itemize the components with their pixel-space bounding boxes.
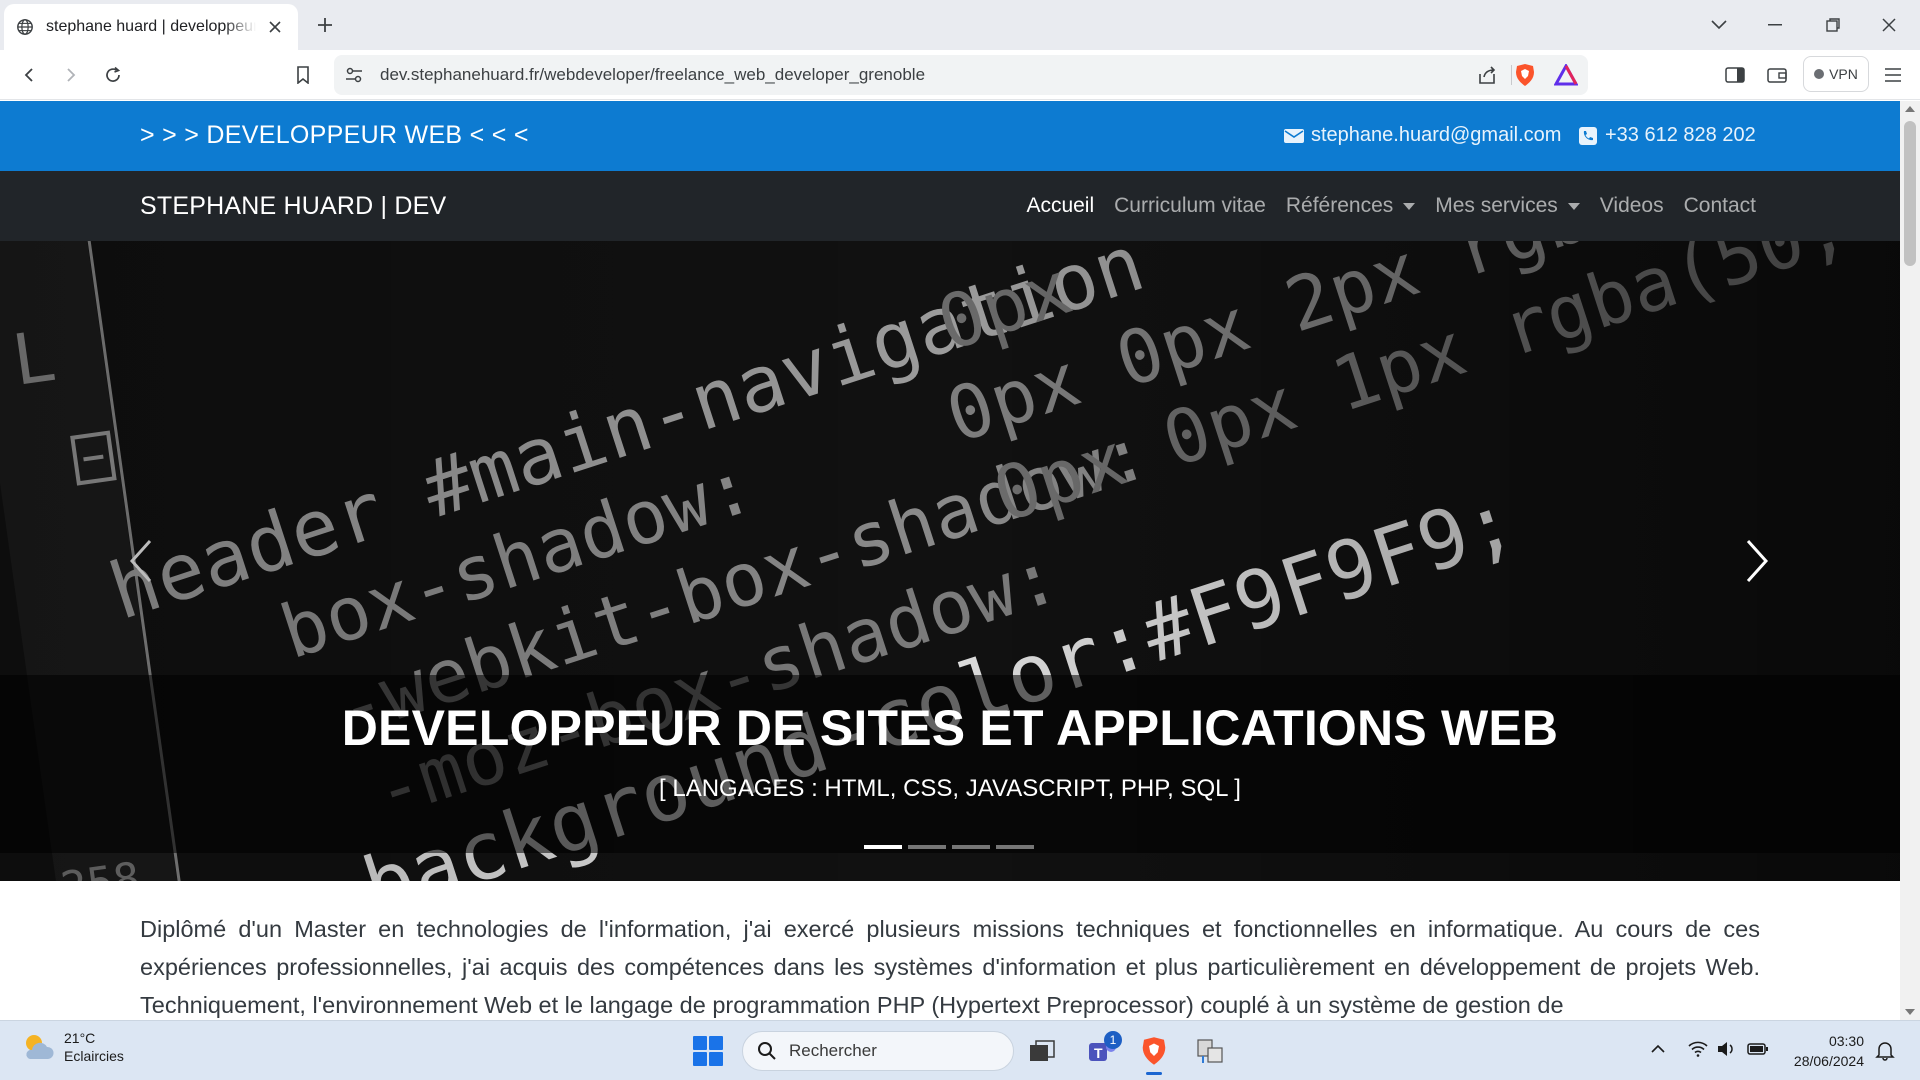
tab-title: stephane huard | developpeur web <box>46 18 256 35</box>
volume-icon[interactable] <box>1714 1037 1738 1061</box>
nav-item-services[interactable]: Mes services <box>1435 194 1580 218</box>
browser-tab[interactable]: stephane huard | developpeur web <box>4 4 298 50</box>
clock-time: 03:30 <box>1828 1033 1864 1049</box>
clock-date: 28/06/2024 <box>1793 1053 1864 1069</box>
web-page: > > > DEVELOPPEUR WEB < < < stephane.hua… <box>0 101 1900 1020</box>
tray-expand-icon[interactable] <box>1646 1037 1670 1061</box>
brave-rewards-icon[interactable] <box>1554 64 1578 86</box>
carousel-title: DEVELOPPEUR DE SITES ET APPLICATIONS WEB <box>341 700 1559 756</box>
battery-icon[interactable] <box>1746 1037 1770 1061</box>
site-settings-icon[interactable] <box>344 65 364 85</box>
close-tab-icon[interactable] <box>264 16 286 38</box>
intro-paragraph: Diplômé d'un Master en technologies de l… <box>140 916 1760 1018</box>
scroll-up-icon[interactable] <box>1905 106 1915 112</box>
teams-icon[interactable]: T 1 <box>1082 1031 1122 1071</box>
nav-item-videos[interactable]: Videos <box>1600 194 1664 218</box>
carousel-indicator[interactable] <box>908 845 946 849</box>
scrollbar-thumb[interactable] <box>1904 121 1916 266</box>
search-placeholder: Rechercher <box>789 1041 877 1060</box>
url-text[interactable]: dev.stephanehuard.fr/webdeveloper/freela… <box>380 65 925 85</box>
caret-down-icon <box>1403 202 1416 210</box>
scroll-down-icon[interactable] <box>1905 1009 1915 1015</box>
carousel-prev-icon[interactable] <box>122 531 162 591</box>
topbar-title: > > > DEVELOPPEUR WEB < < < <box>140 121 529 149</box>
brave-shields-icon[interactable] <box>1514 63 1536 87</box>
minimize-icon[interactable] <box>1748 0 1802 50</box>
envelope-icon <box>1284 128 1304 143</box>
divider <box>1511 65 1512 85</box>
phone-icon <box>1579 126 1597 145</box>
carousel-next-icon[interactable] <box>1736 531 1776 591</box>
nav-item-contact[interactable]: Contact <box>1684 194 1756 218</box>
share-icon[interactable] <box>1476 64 1498 86</box>
tab-search-icon[interactable] <box>1692 0 1746 50</box>
nav-item-references-label: Références <box>1285 194 1394 217</box>
nav-item-services-label: Mes services <box>1435 194 1558 217</box>
weather-desc: Eclaircies <box>64 1048 124 1064</box>
network-app-icon[interactable] <box>1190 1031 1230 1071</box>
carousel-indicator[interactable] <box>864 845 902 849</box>
carousel-indicator[interactable] <box>996 845 1034 849</box>
browser-tab-bar: stephane huard | developpeur web <box>0 0 1920 50</box>
nav-item-home[interactable]: Accueil <box>1026 194 1094 218</box>
active-app-indicator <box>1146 1072 1162 1075</box>
vpn-status-icon <box>1814 69 1825 79</box>
system-clock[interactable]: 03:30 28/06/2024 <box>1780 1031 1864 1071</box>
site-brand[interactable]: STEPHANE HUARD | DEV <box>140 192 446 221</box>
windows-start-icon[interactable] <box>692 1035 724 1067</box>
main-navbar: STEPHANE HUARD | DEV Accueil Curriculum … <box>0 171 1900 241</box>
phone-text: +33 612 828 202 <box>1605 124 1756 146</box>
globe-icon <box>17 19 33 35</box>
task-view-icon[interactable] <box>1022 1031 1062 1071</box>
carousel-indicators <box>864 845 1034 849</box>
bookmark-icon[interactable] <box>290 62 316 88</box>
new-tab-icon[interactable] <box>312 12 338 38</box>
carousel-caption: DEVELOPPEUR DE SITES ET APPLICATIONS WEB… <box>0 675 1900 853</box>
nav-item-references[interactable]: Références <box>1285 194 1416 218</box>
forward-icon[interactable] <box>58 62 84 88</box>
brave-browser-icon[interactable] <box>1134 1031 1174 1075</box>
phone-link[interactable]: +33 612 828 202 <box>1578 124 1756 147</box>
weather-temp: 21°C <box>64 1030 96 1046</box>
back-icon[interactable] <box>16 62 42 88</box>
page-scrollbar[interactable] <box>1900 101 1920 1020</box>
partly-cloudy-icon <box>26 1035 54 1059</box>
svg-text:T: T <box>1094 1045 1103 1061</box>
nav-item-cv[interactable]: Curriculum vitae <box>1114 194 1266 218</box>
teams-notification-badge: 1 <box>1104 1031 1122 1049</box>
email-link[interactable]: stephane.huard@gmail.com <box>1284 124 1561 147</box>
sidebar-icon[interactable] <box>1722 62 1748 88</box>
nav-menu: Accueil Curriculum vitae Références Mes … <box>1006 194 1756 218</box>
weather-widget[interactable]: 21°C Eclaircies <box>20 1029 124 1065</box>
email-text: stephane.huard@gmail.com <box>1311 124 1562 146</box>
contact-topbar: > > > DEVELOPPEUR WEB < < < stephane.hua… <box>0 101 1900 171</box>
hero-carousel: 258 L header #main-navigation box-shadow… <box>0 241 1900 881</box>
wallet-icon[interactable] <box>1764 62 1790 88</box>
windows-taskbar: 21°C Eclaircies Rechercher T 1 03:30 28/… <box>0 1020 1920 1080</box>
address-bar[interactable]: dev.stephanehuard.fr/webdeveloper/freela… <box>334 55 1588 95</box>
carousel-indicator[interactable] <box>952 845 990 849</box>
menu-icon[interactable] <box>1880 62 1906 88</box>
caret-down-icon <box>1567 202 1580 210</box>
notification-bell-icon[interactable] <box>1874 1039 1896 1061</box>
close-window-icon[interactable] <box>1862 0 1916 50</box>
search-icon <box>758 1042 776 1060</box>
vpn-button[interactable]: VPN <box>1803 56 1869 92</box>
wifi-icon[interactable] <box>1686 1037 1710 1061</box>
carousel-subtitle: [ LANGAGES : HTML, CSS, JAVASCRIPT, PHP,… <box>659 775 1241 802</box>
browser-toolbar: dev.stephanehuard.fr/webdeveloper/freela… <box>0 50 1920 100</box>
taskbar-search[interactable]: Rechercher <box>742 1031 1014 1071</box>
restore-icon[interactable] <box>1806 0 1860 50</box>
reload-icon[interactable] <box>100 62 126 88</box>
vpn-label: VPN <box>1829 66 1858 82</box>
